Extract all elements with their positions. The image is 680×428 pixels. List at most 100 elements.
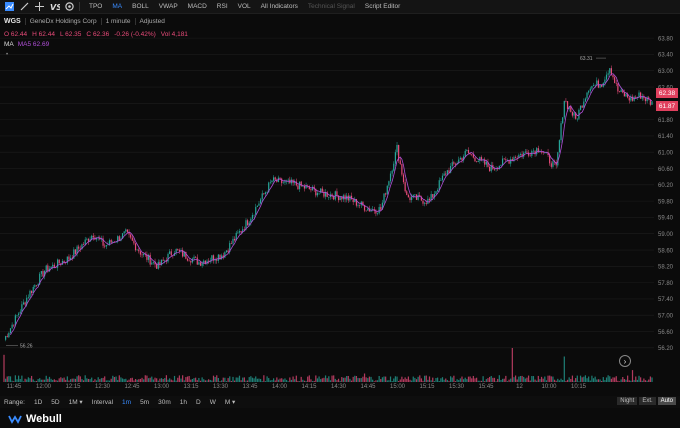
volume-bar xyxy=(144,375,146,382)
ticker-symbol[interactable]: WGS xyxy=(4,18,21,25)
scroll-right-icon[interactable]: › xyxy=(619,355,631,367)
tab-vol[interactable]: VOL xyxy=(238,3,251,10)
volume-bar xyxy=(271,380,273,382)
y-tick-label: 56.60 xyxy=(658,330,674,336)
settings-icon[interactable] xyxy=(64,1,75,12)
volume-bar xyxy=(420,378,422,382)
volume-bar xyxy=(441,377,444,382)
candle-body xyxy=(58,259,60,264)
candle-body xyxy=(388,181,390,186)
volume-bar xyxy=(503,378,505,382)
volume-bar xyxy=(58,378,60,382)
candle-body xyxy=(269,182,271,183)
volume-bar xyxy=(18,375,20,382)
candle-body xyxy=(380,207,382,210)
candle-body xyxy=(651,101,653,105)
volume-bar xyxy=(48,376,51,382)
volume-bar xyxy=(592,378,595,382)
volume-bar xyxy=(344,377,346,382)
volume-bar xyxy=(363,373,366,382)
interval-d[interactable]: D xyxy=(196,399,201,406)
chart-type-icon[interactable] xyxy=(4,1,15,12)
technical-signal-button[interactable]: Technical Signal xyxy=(308,3,355,10)
volume-bar xyxy=(633,380,635,382)
interval-m[interactable]: M ▾ xyxy=(225,398,235,406)
volume-bar xyxy=(209,379,211,382)
tab-macd[interactable]: MACD xyxy=(188,3,207,10)
session-night[interactable]: Night xyxy=(617,397,638,405)
tab-vwap[interactable]: VWAP xyxy=(159,3,178,10)
compare-icon[interactable]: VS xyxy=(49,1,60,12)
candle-body xyxy=(357,204,359,206)
candle-body xyxy=(474,157,476,162)
y-tick-label: 63.80 xyxy=(658,36,674,42)
volume-bar xyxy=(638,375,640,382)
tab-tpo[interactable]: TPO xyxy=(89,3,102,10)
script-editor-button[interactable]: Script Editor xyxy=(365,3,400,10)
tab-rsi[interactable]: RSI xyxy=(217,3,228,10)
ohlc-readout: O 62.44 H 62.44 L 62.35 C 62.36 -0.26 (-… xyxy=(4,31,188,38)
volume-bar xyxy=(558,380,561,382)
volume-bar xyxy=(81,379,83,382)
volume-bar xyxy=(9,376,12,382)
volume-bar xyxy=(126,380,129,382)
crosshair-icon[interactable] xyxy=(34,1,45,12)
volume-bar xyxy=(259,378,262,382)
volume-bar xyxy=(547,375,549,382)
interval-5m[interactable]: 5m xyxy=(140,399,149,406)
tab-ma[interactable]: MA xyxy=(112,3,122,10)
candle-body xyxy=(216,259,218,261)
volume-bar xyxy=(243,377,245,382)
candle-body xyxy=(391,170,393,174)
y-tick-label: 59.80 xyxy=(658,199,674,205)
range-1d[interactable]: 1D xyxy=(34,399,42,406)
ma-label[interactable]: MA xyxy=(4,41,14,48)
adjust-label[interactable]: Adjusted xyxy=(134,18,169,25)
volume-bar xyxy=(380,379,382,382)
volume-bar xyxy=(201,377,203,382)
volume-bar xyxy=(276,377,278,382)
interval-30m[interactable]: 30m xyxy=(158,399,171,406)
volume-bar xyxy=(40,379,42,382)
tab-boll[interactable]: BOLL xyxy=(132,3,149,10)
interval-1h[interactable]: 1h xyxy=(180,399,187,406)
volume-bar xyxy=(336,380,338,382)
range-5d[interactable]: 5D xyxy=(51,399,59,406)
candle-body xyxy=(126,229,129,232)
line-draw-icon[interactable] xyxy=(19,1,30,12)
candle-body xyxy=(217,254,219,261)
interval-w[interactable]: W xyxy=(210,399,216,406)
candle-body xyxy=(566,101,569,109)
session-ext[interactable]: Ext. xyxy=(639,397,656,405)
candle-body xyxy=(427,198,429,204)
volume-bar xyxy=(117,380,119,382)
volume-bar xyxy=(617,380,619,382)
candle-body xyxy=(35,285,38,286)
volume-bar xyxy=(112,375,114,382)
collapse-dot-icon[interactable]: • xyxy=(6,52,8,58)
candle-body xyxy=(596,80,598,85)
interval-label[interactable]: 1 minute xyxy=(100,18,135,25)
volume-bar xyxy=(321,378,323,382)
interval-1m[interactable]: 1m xyxy=(122,399,131,406)
candle-body xyxy=(256,205,258,208)
y-tick-label: 59.00 xyxy=(658,232,674,238)
volume-bar xyxy=(536,380,538,382)
volume-bar xyxy=(165,375,168,382)
volume-bar xyxy=(86,378,88,382)
volume-bar xyxy=(131,377,133,382)
candle-body xyxy=(394,152,397,164)
volume-bar xyxy=(214,376,216,382)
all-indicators-button[interactable]: All Indicators xyxy=(261,3,298,10)
session-auto[interactable]: Auto xyxy=(657,397,676,405)
price-chart[interactable]: 63.8063.4063.0062.6062.2061.8061.4061.00… xyxy=(0,26,680,396)
range-1m[interactable]: 1M ▾ xyxy=(69,398,83,406)
volume-bar xyxy=(521,375,523,382)
close-value: 62.36 xyxy=(92,31,110,38)
candle-body xyxy=(234,238,236,241)
candle-body xyxy=(425,202,427,204)
x-tick-label: 13:15 xyxy=(183,384,199,390)
candle-body xyxy=(389,173,392,182)
volume-bar xyxy=(61,378,64,382)
candle-body xyxy=(86,238,88,240)
